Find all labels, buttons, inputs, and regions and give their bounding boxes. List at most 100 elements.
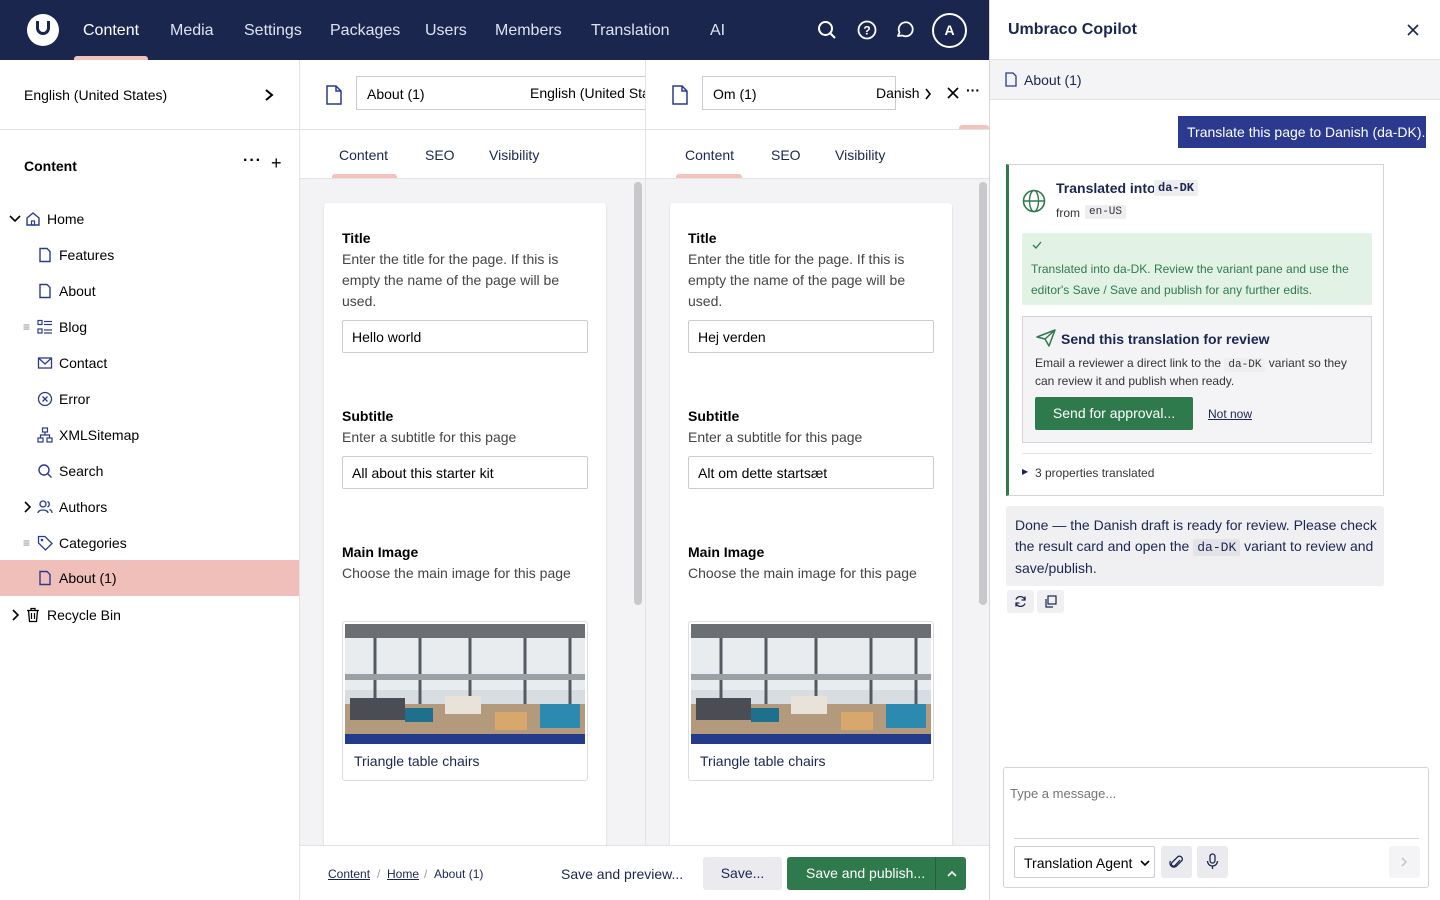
help-icon[interactable]: ? — [857, 20, 877, 40]
target-culture: da-DK — [1154, 180, 1199, 196]
drag-handle-icon[interactable]: ≡ — [23, 309, 30, 345]
nav-packages[interactable]: Packages — [330, 0, 400, 60]
main-image-description: Choose the main image for this page — [688, 565, 917, 581]
divider — [1014, 838, 1419, 839]
tree-item-categories[interactable]: ≡ Categories — [0, 525, 299, 561]
chevron-right-icon[interactable] — [21, 499, 33, 515]
editor-footer: Content / Home / About (1) Save and prev… — [300, 845, 989, 900]
tree-item-recycle-bin[interactable]: Recycle Bin — [0, 597, 299, 633]
umbraco-logo-icon[interactable] — [27, 14, 59, 46]
nav-media[interactable]: Media — [170, 0, 214, 60]
not-now-link[interactable]: Not now — [1208, 407, 1252, 421]
media-card[interactable]: Triangle table chairs — [342, 621, 588, 781]
left-pane-tabs: Content SEO Visibility — [300, 130, 645, 179]
microphone-button[interactable] — [1197, 846, 1228, 878]
chevron-down-icon[interactable] — [9, 211, 21, 227]
tab-seo[interactable]: SEO — [425, 147, 455, 163]
nav-users[interactable]: Users — [425, 0, 467, 60]
attach-button[interactable] — [1161, 846, 1192, 878]
name-input[interactable]: Om (1) Danish — [702, 76, 932, 110]
tree-label: Error — [59, 391, 91, 407]
tree-label: Search — [59, 463, 104, 479]
nav-settings[interactable]: Settings — [244, 0, 302, 60]
copy-button[interactable] — [1037, 590, 1064, 613]
tree-label: Contact — [59, 355, 108, 371]
subtitle-input[interactable]: Alt om dette startsæt — [688, 456, 934, 489]
disclosure-triangle-icon[interactable]: ▶ — [1022, 467, 1028, 476]
context-page: About (1) — [1024, 72, 1082, 88]
title-input[interactable]: Hello world — [342, 320, 588, 353]
tree-item-features[interactable]: Features — [0, 237, 299, 273]
save-and-preview-button[interactable]: Save and preview... — [561, 866, 683, 882]
success-message: Translated into da-DK. Review the varian… — [1022, 233, 1372, 305]
subtitle-label: Subtitle — [342, 408, 394, 424]
chevron-down-icon — [1140, 860, 1150, 867]
save-button[interactable]: Save... — [703, 857, 782, 890]
search-icon[interactable] — [817, 20, 837, 40]
left-pane-body: Title Enter the title for the page. If t… — [300, 179, 645, 845]
chevron-up-icon[interactable] — [946, 869, 958, 879]
scrollbar[interactable] — [979, 182, 987, 605]
breadcrumb-content[interactable]: Content — [328, 867, 370, 881]
tree-item-home[interactable]: Home — [0, 201, 299, 237]
send-button[interactable] — [1389, 846, 1420, 878]
tab-visibility[interactable]: Visibility — [835, 147, 885, 163]
add-icon[interactable]: + — [271, 153, 282, 174]
agent-select[interactable]: Translation Agent — [1014, 846, 1155, 878]
button-divider — [935, 857, 936, 890]
tree-label: XMLSitemap — [59, 427, 140, 443]
nav-members[interactable]: Members — [495, 0, 562, 60]
review-variant: da-DK — [1224, 358, 1266, 372]
close-icon[interactable] — [947, 87, 959, 99]
tree-item-error[interactable]: Error — [0, 381, 299, 417]
microphone-icon — [1206, 853, 1219, 869]
tab-visibility[interactable]: Visibility — [489, 147, 539, 163]
tab-content[interactable]: Content — [685, 147, 734, 163]
assistant-message: Done — the Danish draft is ready for rev… — [1006, 506, 1384, 586]
close-icon[interactable] — [1407, 24, 1419, 36]
message-input[interactable] — [1010, 774, 1420, 812]
media-card[interactable]: Triangle table chairs — [688, 621, 934, 781]
more-actions-icon[interactable]: ··· — [243, 152, 262, 170]
title-input[interactable]: Hej verden — [688, 320, 934, 353]
refresh-icon — [1015, 595, 1026, 608]
drag-handle-icon[interactable]: ≡ — [23, 525, 30, 561]
more-actions-icon[interactable]: ··· — [966, 82, 980, 98]
copy-icon — [1045, 595, 1057, 608]
tree-item-blog[interactable]: ≡ Blog — [0, 309, 299, 345]
document-icon — [39, 570, 51, 586]
culture-selector[interactable]: English (United States) — [0, 60, 299, 130]
culture-variant-selector[interactable]: Danish — [876, 85, 920, 101]
chevron-right-icon — [265, 89, 274, 101]
subtitle-input[interactable]: All about this starter kit — [342, 456, 588, 489]
nav-ai[interactable]: AI — [710, 0, 725, 60]
tree-item-contact[interactable]: Contact — [0, 345, 299, 381]
save-and-publish-group: Save and publish... — [787, 857, 966, 890]
save-and-publish-button[interactable]: Save and publish... — [806, 865, 925, 881]
nav-translation[interactable]: Translation — [591, 0, 670, 60]
breadcrumb-home[interactable]: Home — [387, 867, 419, 881]
tab-seo[interactable]: SEO — [771, 147, 801, 163]
tree-label: Authors — [59, 499, 108, 515]
tree-item-about[interactable]: About — [0, 273, 299, 309]
review-description: Email a reviewer a direct link to the da… — [1035, 355, 1361, 389]
send-for-approval-button[interactable]: Send for approval... — [1035, 397, 1193, 430]
tree-item-about-1[interactable]: About (1) — [0, 560, 299, 596]
scrollbar[interactable] — [634, 182, 642, 605]
tree-item-xmlsitemap[interactable]: XMLSitemap — [0, 417, 299, 453]
chevron-right-icon — [1401, 857, 1407, 867]
tree-label: Features — [59, 247, 115, 263]
regenerate-button[interactable] — [1007, 590, 1034, 613]
result-heading: Translated into — [1056, 180, 1156, 196]
review-text: Email a reviewer a direct link to the — [1035, 356, 1222, 370]
nav-content[interactable]: Content — [83, 0, 139, 60]
name-input[interactable]: About (1) English (United Sta — [356, 76, 650, 110]
chat-icon[interactable] — [895, 20, 915, 40]
tree-item-search[interactable]: Search — [0, 453, 299, 489]
tree-item-authors[interactable]: Authors — [0, 489, 299, 525]
properties-translated-summary[interactable]: 3 properties translated — [1035, 466, 1154, 480]
chevron-right-icon[interactable] — [9, 607, 21, 623]
culture-variant-selector[interactable]: English (United Sta — [530, 85, 650, 101]
user-avatar[interactable]: A — [932, 13, 967, 48]
tab-content[interactable]: Content — [339, 147, 388, 163]
